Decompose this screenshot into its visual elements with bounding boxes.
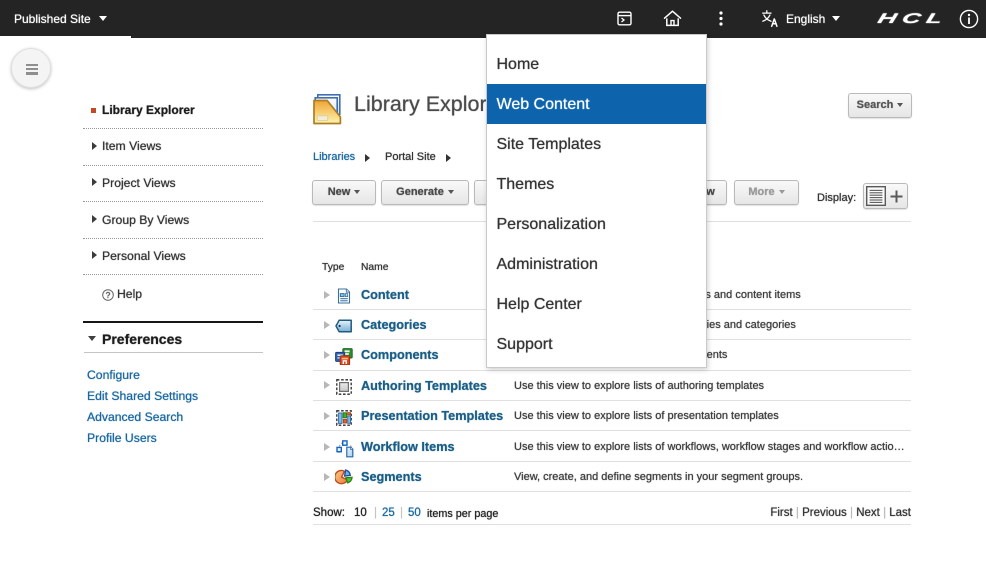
- svg-text:?: ?: [106, 290, 111, 300]
